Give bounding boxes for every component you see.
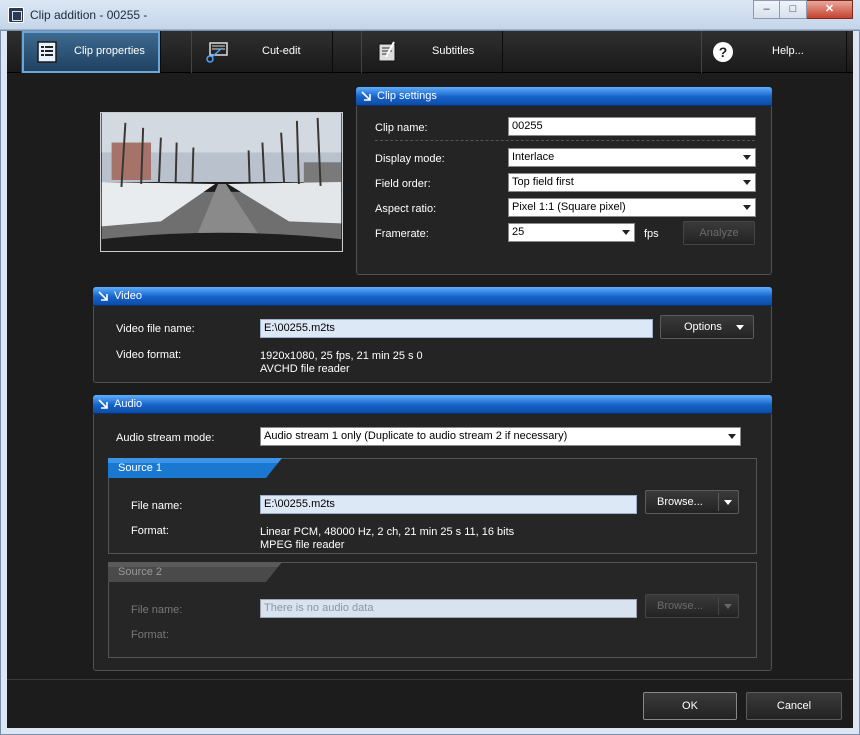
window-frame: Clip properties Cut-edit Subtitles ? Hel… <box>0 30 860 735</box>
divider <box>375 140 755 141</box>
source-1-format-label: Format: <box>131 525 169 537</box>
source-2-tab: Source 2 <box>108 562 282 582</box>
tab-cut-edit[interactable]: Cut-edit <box>191 31 333 73</box>
dialog-footer: OK Cancel <box>7 679 853 728</box>
tab-subtitles[interactable]: Subtitles <box>361 31 503 73</box>
subtitles-icon <box>378 41 396 62</box>
browse-label: Browse... <box>657 600 703 612</box>
help-icon: ? <box>713 42 733 62</box>
chevron-down-icon <box>728 434 736 439</box>
source-1-format-info: Linear PCM, 48000 Hz, 2 ch, 21 min 25 s … <box>260 526 514 552</box>
fps-unit-label: fps <box>644 228 659 240</box>
clip-name-input[interactable]: 00255 <box>508 117 756 136</box>
options-button[interactable]: Options <box>660 315 754 339</box>
clip-name-label: Clip name: <box>375 122 428 134</box>
video-format-line2: AVCHD file reader <box>260 363 350 375</box>
video-file-name-label: Video file name: <box>116 323 195 335</box>
tab-label: Cut-edit <box>262 45 301 57</box>
aspect-ratio-value: Pixel 1:1 (Square pixel) <box>512 201 626 213</box>
collapse-arrow-icon <box>98 291 108 301</box>
framerate-value: 25 <box>512 226 525 238</box>
chevron-down-icon <box>736 325 744 330</box>
close-button[interactable]: ✕ <box>807 0 853 19</box>
panel-title: Clip settings <box>377 90 437 102</box>
audio-stream-mode-label: Audio stream mode: <box>116 432 215 444</box>
ok-button[interactable]: OK <box>643 692 737 720</box>
source-1-browse-button[interactable]: Browse... <box>645 490 739 514</box>
browse-label: Browse... <box>657 496 703 508</box>
video-format-line1: 1920x1080, 25 fps, 21 min 25 s 0 <box>260 350 423 362</box>
source-2-file-name-input[interactable]: There is no audio data <box>260 599 637 618</box>
minimize-button[interactable]: – <box>753 0 780 19</box>
audio-source-1: Source 1 File name: E:\00255.m2ts Browse… <box>108 458 757 554</box>
source-2-title: Source 2 <box>118 566 163 578</box>
tab-help[interactable]: ? Help... <box>701 31 847 73</box>
panel-title: Audio <box>114 398 143 410</box>
cancel-button[interactable]: Cancel <box>746 692 842 720</box>
video-panel: Video Video file name: E:\00255.m2ts Opt… <box>93 287 772 383</box>
tab-clip-properties[interactable]: Clip properties <box>21 31 161 73</box>
panel-title: Video <box>114 290 142 302</box>
display-mode-label: Display mode: <box>375 153 445 165</box>
chevron-down-icon <box>743 180 751 185</box>
video-file-name-input[interactable]: E:\00255.m2ts <box>260 319 653 338</box>
chevron-down-icon <box>724 500 732 505</box>
audio-header: Audio <box>93 395 772 414</box>
field-order-value: Top field first <box>512 176 574 188</box>
options-label: Options <box>684 321 722 333</box>
source-2-format-label: Format: <box>131 629 169 641</box>
app-icon <box>8 7 24 23</box>
video-header: Video <box>93 287 772 306</box>
svg-text:?: ? <box>719 44 728 60</box>
maximize-button[interactable]: □ <box>780 0 807 19</box>
field-order-label: Field order: <box>375 178 431 190</box>
source-1-format-line2: MPEG file reader <box>260 539 345 551</box>
field-order-select[interactable]: Top field first <box>508 173 756 192</box>
framerate-label: Framerate: <box>375 228 429 240</box>
framerate-select[interactable]: 25 <box>508 223 635 242</box>
source-1-tab: Source 1 <box>108 458 282 478</box>
source-2-browse-button[interactable]: Browse... <box>645 594 739 618</box>
clip-settings-panel: Clip settings Clip name: 00255 Display m… <box>356 87 772 275</box>
source-1-format-line1: Linear PCM, 48000 Hz, 2 ch, 21 min 25 s … <box>260 526 515 538</box>
source-2-file-name-label: File name: <box>131 604 183 616</box>
audio-source-2: Source 2 File name: There is no audio da… <box>108 562 757 658</box>
audio-stream-mode-value: Audio stream 1 only (Duplicate to audio … <box>264 430 568 442</box>
clip-settings-header: Clip settings <box>356 87 772 106</box>
window-controls: – □ ✕ <box>753 0 853 19</box>
tab-label: Help... <box>772 45 804 57</box>
top-toolbar: Clip properties Cut-edit Subtitles ? Hel… <box>7 31 853 73</box>
chevron-down-icon <box>743 155 751 160</box>
chevron-down-icon <box>743 205 751 210</box>
source-1-file-name-label: File name: <box>131 500 183 512</box>
tab-label: Subtitles <box>432 45 475 57</box>
tab-label: Clip properties <box>74 45 145 57</box>
video-format-label: Video format: <box>116 349 182 361</box>
display-mode-select[interactable]: Interlace <box>508 148 756 167</box>
collapse-arrow-icon <box>98 399 108 409</box>
clip-preview-thumbnail <box>100 112 343 252</box>
window-title: Clip addition - 00255 - <box>30 8 148 22</box>
audio-stream-mode-select[interactable]: Audio stream 1 only (Duplicate to audio … <box>260 427 741 446</box>
chevron-down-icon <box>724 604 732 609</box>
chevron-down-icon <box>622 230 630 235</box>
analyze-button[interactable]: Analyze <box>683 221 755 245</box>
source-1-title: Source 1 <box>118 462 163 474</box>
audio-panel: Audio Audio stream mode: Audio stream 1 … <box>93 395 772 671</box>
split-divider <box>718 493 719 511</box>
split-divider <box>718 597 719 615</box>
cut-edit-icon <box>206 42 228 63</box>
display-mode-value: Interlace <box>512 151 555 163</box>
video-format-info: 1920x1080, 25 fps, 21 min 25 s 0 AVCHD f… <box>260 350 423 376</box>
collapse-arrow-icon <box>361 91 371 101</box>
title-bar: Clip addition - 00255 - – □ ✕ <box>0 0 860 30</box>
source-1-file-name-input[interactable]: E:\00255.m2ts <box>260 495 637 514</box>
aspect-ratio-select[interactable]: Pixel 1:1 (Square pixel) <box>508 198 756 217</box>
aspect-ratio-label: Aspect ratio: <box>375 203 437 215</box>
dialog-client: Clip properties Cut-edit Subtitles ? Hel… <box>7 31 853 728</box>
clip-properties-icon <box>37 41 57 63</box>
